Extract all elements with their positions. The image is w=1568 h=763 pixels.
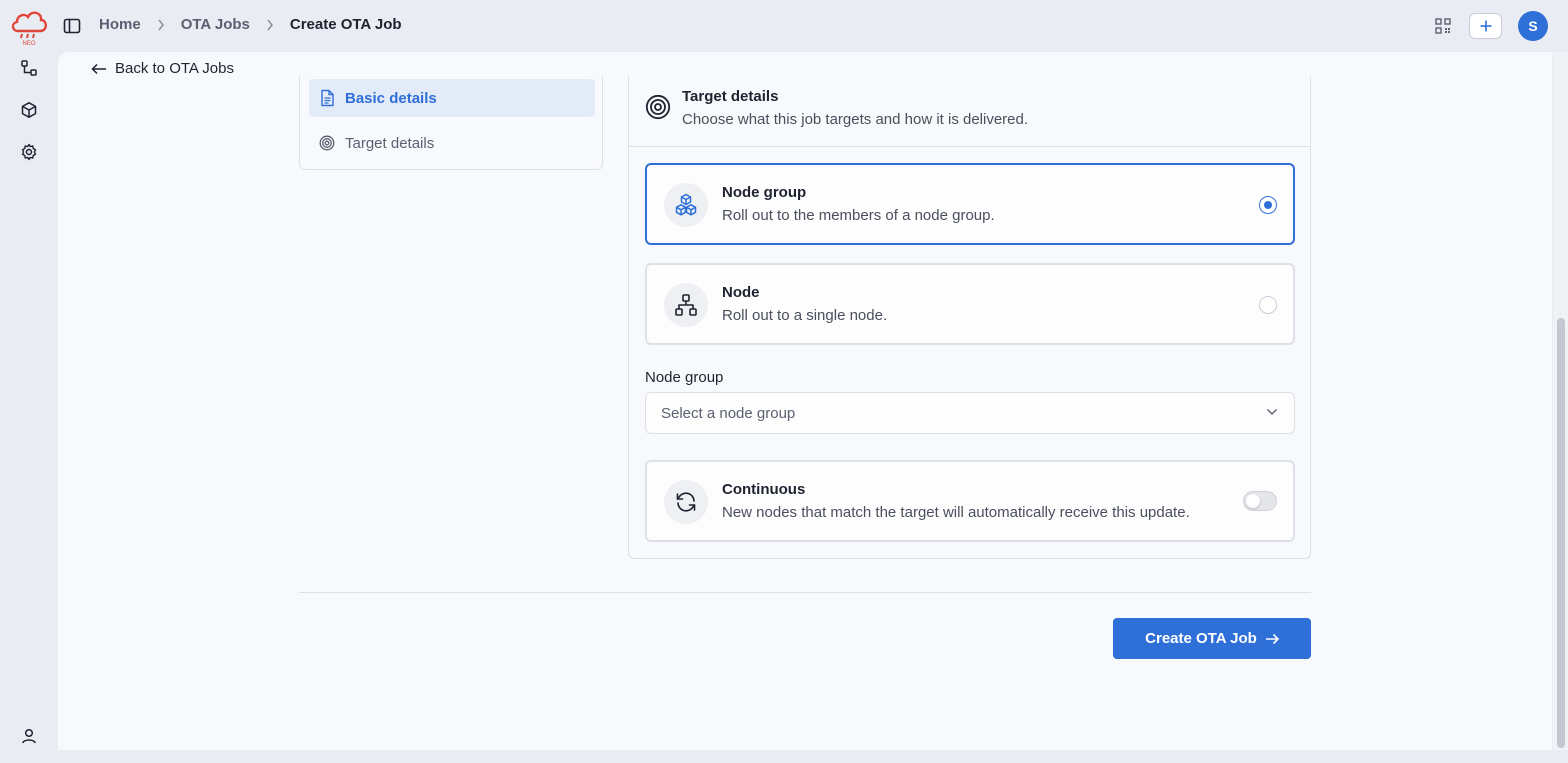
main-panel: Back to OTA Jobs Basic details Target de… [58, 52, 1552, 750]
package-icon[interactable] [18, 99, 40, 121]
node-group-select[interactable]: Select a node group [645, 392, 1295, 434]
refresh-icon [664, 480, 708, 524]
breadcrumb-ota-jobs[interactable]: OTA Jobs [181, 16, 250, 33]
option-description: Roll out to a single node. [722, 307, 888, 324]
option-node[interactable]: Node Roll out to a single node. [645, 263, 1295, 345]
node-group-label: Node group [645, 369, 724, 386]
target-details-card: Target details Choose what this job targ… [628, 76, 1311, 559]
qr-code-icon [1435, 18, 1451, 34]
qr-code-button[interactable] [1427, 10, 1459, 42]
workflow-icon[interactable] [18, 57, 40, 79]
create-ota-job-button[interactable]: Create OTA Job [1113, 618, 1311, 659]
chevron-down-icon [1267, 409, 1277, 415]
settings-gear-icon[interactable] [18, 141, 40, 163]
chevron-right-icon [158, 19, 164, 30]
step-label: Basic details [345, 89, 437, 107]
continuous-description: New nodes that match the target will aut… [722, 504, 1190, 521]
scrollbar-thumb[interactable] [1557, 318, 1565, 748]
sidebar-toggle-icon[interactable] [62, 16, 82, 36]
arrow-left-icon [91, 63, 106, 74]
option-title: Node [722, 284, 760, 301]
plus-icon [1480, 20, 1491, 32]
document-icon [321, 89, 334, 107]
step-target-details[interactable]: Target details [309, 124, 595, 162]
section-title: Target details [682, 88, 779, 105]
option-description: Roll out to the members of a node group. [722, 207, 995, 224]
target-icon [319, 135, 335, 151]
user-avatar[interactable]: S [1518, 11, 1548, 41]
breadcrumb: Home OTA Jobs Create OTA Job [99, 16, 402, 33]
breadcrumb-home[interactable]: Home [99, 16, 141, 33]
radio-node-group[interactable] [1259, 196, 1277, 214]
step-basic-details[interactable]: Basic details [309, 79, 595, 117]
top-bar: NEO Home OTA Jobs Create OTA Job S [0, 0, 1568, 52]
chevron-right-icon [267, 19, 273, 30]
section-subtitle: Choose what this job targets and how it … [682, 111, 1029, 128]
create-button-label: Create OTA Job [1145, 630, 1257, 647]
target-icon [645, 94, 671, 120]
step-label: Target details [345, 134, 435, 152]
steps-nav: Basic details Target details [299, 76, 603, 170]
option-title: Node group [722, 184, 807, 201]
breadcrumb-current: Create OTA Job [289, 16, 402, 33]
continuous-toggle[interactable] [1243, 491, 1277, 511]
back-link[interactable]: Back to OTA Jobs [91, 60, 234, 77]
target-header: Target details Choose what this job targ… [629, 76, 1310, 147]
divider [299, 592, 1311, 593]
logo-text: NEO [22, 41, 35, 47]
continuous-title: Continuous [722, 481, 806, 498]
radio-node[interactable] [1259, 296, 1277, 314]
back-link-label: Back to OTA Jobs [115, 60, 234, 77]
arrow-right-icon [1265, 633, 1279, 644]
continuous-card: Continuous New nodes that match the targ… [645, 460, 1295, 542]
app-logo[interactable]: NEO [8, 5, 50, 47]
hierarchy-icon [664, 283, 708, 327]
select-placeholder: Select a node group [661, 405, 796, 422]
add-button[interactable] [1469, 13, 1502, 39]
user-icon[interactable] [18, 725, 40, 747]
boxes-icon [664, 183, 708, 227]
option-node-group[interactable]: Node group Roll out to the members of a … [645, 163, 1295, 245]
